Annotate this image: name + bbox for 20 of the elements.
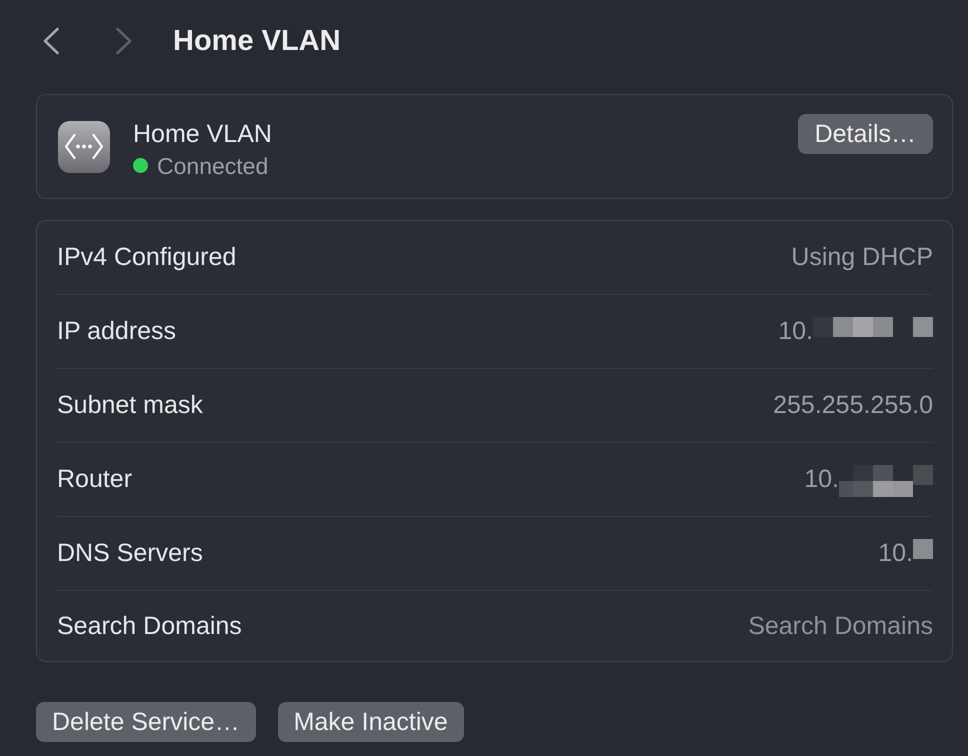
- page-title: Home VLAN: [173, 24, 341, 59]
- brackets-dots-icon: [58, 120, 110, 172]
- chevron-right-icon: [115, 27, 133, 55]
- setting-label: Subnet mask: [57, 391, 203, 420]
- status-text: Connected: [157, 152, 268, 180]
- setting-value: 255.255.255.0: [773, 391, 933, 420]
- setting-label: IPv4 Configured: [57, 243, 236, 272]
- setting-value: 10.: [804, 465, 839, 494]
- setting-value: 10.: [878, 539, 913, 568]
- service-name: Home VLAN: [133, 118, 272, 150]
- delete-service-button[interactable]: Delete Service…: [36, 702, 256, 742]
- setting-label: Search Domains: [57, 612, 242, 640]
- chevron-left-icon: [42, 27, 60, 55]
- setting-value: 10.: [778, 317, 813, 346]
- setting-label: IP address: [57, 317, 176, 346]
- setting-value: Using DHCP: [791, 243, 933, 272]
- details-button[interactable]: Details…: [798, 114, 933, 154]
- setting-label: DNS Servers: [57, 539, 203, 568]
- search-domains-field[interactable]: Search Domains: [703, 610, 933, 642]
- setting-label: Router: [57, 465, 132, 494]
